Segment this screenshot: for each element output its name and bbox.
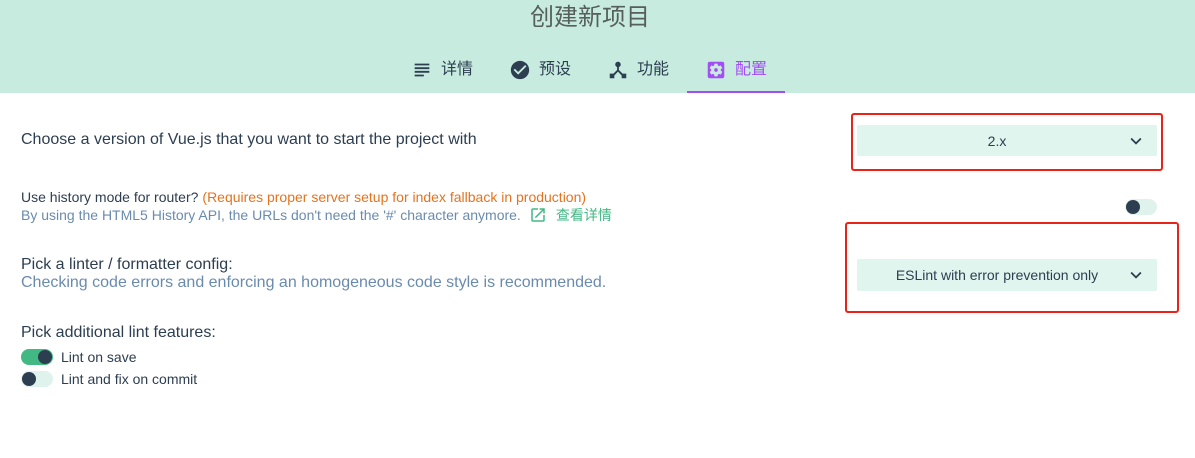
tab-details[interactable]: 详情 bbox=[393, 49, 491, 93]
page-header: 创建新项目 详情 预设 功能 配置 bbox=[0, 0, 1195, 93]
toggle-knob bbox=[22, 372, 36, 386]
tab-features[interactable]: 功能 bbox=[589, 49, 687, 93]
linter-config-selected-value: ESLint with error prevention only bbox=[895, 267, 1099, 283]
chevron-down-icon bbox=[1130, 137, 1142, 145]
tab-features-label: 功能 bbox=[637, 61, 670, 78]
linter-config-description: Checking code errors and enforcing an ho… bbox=[21, 274, 607, 291]
history-mode-toggle[interactable] bbox=[1125, 199, 1157, 215]
create-project-page: 创建新项目 详情 预设 功能 配置 Choose a version of Vu… bbox=[0, 0, 1195, 458]
vue-version-select[interactable]: 2.x bbox=[857, 125, 1157, 156]
tab-configuration-label: 配置 bbox=[735, 61, 768, 78]
settings-applications-icon bbox=[707, 61, 725, 79]
learn-more-label: 查看详情 bbox=[555, 207, 612, 223]
linter-config-select[interactable]: ESLint with error prevention only bbox=[857, 259, 1157, 291]
lint-features-label: Pick additional lint features: bbox=[21, 324, 216, 341]
linter-config-label: Pick a linter / formatter config: bbox=[21, 256, 233, 273]
check-circle-icon bbox=[510, 60, 530, 80]
open-in-new-icon bbox=[531, 208, 545, 222]
history-mode-heading: Use history mode for router? (Requires p… bbox=[21, 188, 586, 206]
tab-configuration[interactable]: 配置 bbox=[687, 49, 785, 93]
history-mode-description-row: By using the HTML5 History API, the URLs… bbox=[21, 206, 612, 224]
lint-and-fix-on-commit-toggle[interactable] bbox=[21, 371, 53, 387]
tab-presets[interactable]: 预设 bbox=[491, 49, 589, 93]
lint-option-lint-on-save[interactable]: Lint on save bbox=[21, 348, 137, 366]
learn-more-link[interactable]: 查看详情 bbox=[529, 206, 612, 224]
subject-icon bbox=[414, 63, 430, 77]
history-mode-warning: (Requires proper server setup for index … bbox=[202, 189, 587, 205]
history-mode-label: Use history mode for router? bbox=[21, 189, 199, 205]
history-mode-description: By using the HTML5 History API, the URLs… bbox=[21, 207, 521, 223]
toggle-knob bbox=[1126, 200, 1140, 214]
vue-version-selected-value: 2.x bbox=[987, 132, 1007, 149]
lint-option-lint-and-fix-on-commit[interactable]: Lint and fix on commit bbox=[21, 370, 197, 388]
device-hub-icon bbox=[609, 61, 627, 79]
tab-details-label: 详情 bbox=[441, 61, 474, 78]
step-tabs: 详情 预设 功能 配置 bbox=[393, 49, 785, 93]
vue-version-label: Choose a version of Vue.js that you want… bbox=[21, 131, 477, 148]
chevron-down-icon bbox=[1130, 271, 1142, 279]
lint-and-fix-on-commit-label: Lint and fix on commit bbox=[61, 371, 198, 387]
toggle-knob bbox=[38, 350, 52, 364]
page-title: 创建新项目 bbox=[530, 4, 650, 31]
tab-presets-label: 预设 bbox=[539, 61, 572, 78]
lint-on-save-toggle[interactable] bbox=[21, 349, 53, 365]
lint-on-save-label: Lint on save bbox=[61, 349, 137, 365]
